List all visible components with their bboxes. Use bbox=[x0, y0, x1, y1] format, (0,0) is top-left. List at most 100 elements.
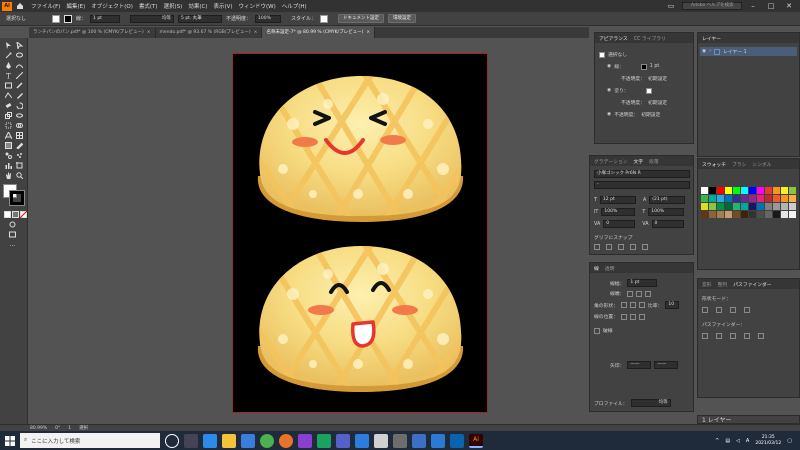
app-icon[interactable] bbox=[298, 433, 312, 448]
artboard-tool-icon[interactable] bbox=[15, 161, 24, 169]
menu-type[interactable]: 書式(T) bbox=[139, 2, 158, 10]
app-icon[interactable] bbox=[412, 433, 426, 448]
snap-icon[interactable] bbox=[606, 244, 612, 250]
horizontal-scale-field[interactable]: 100% bbox=[648, 208, 685, 216]
color-swatch[interactable] bbox=[741, 195, 748, 202]
close-icon[interactable]: × bbox=[366, 27, 370, 38]
eye-icon[interactable]: ◉ bbox=[607, 112, 611, 117]
layer-name[interactable]: レイヤー 1 bbox=[723, 48, 747, 55]
color-swatch[interactable] bbox=[709, 195, 716, 202]
snap-icon[interactable] bbox=[594, 244, 600, 250]
limit-field[interactable]: 10 bbox=[665, 301, 680, 309]
tab-document-2[interactable]: mendo.pdf* @ 93.67 % (RGB/プレビュー) × bbox=[156, 27, 263, 38]
home-icon[interactable] bbox=[15, 1, 25, 11]
mesh-tool-icon[interactable] bbox=[15, 131, 24, 139]
rotation-value[interactable]: 0° bbox=[55, 426, 60, 431]
trim-icon[interactable] bbox=[716, 333, 722, 339]
shaper-tool-icon[interactable] bbox=[4, 91, 13, 99]
network-icon[interactable]: ▤ bbox=[725, 438, 730, 444]
tab-character[interactable]: 文字 bbox=[633, 158, 643, 165]
outline-icon[interactable] bbox=[758, 333, 764, 339]
paintbrush-icon[interactable] bbox=[15, 81, 24, 89]
tab-cc-libraries[interactable]: CC ライブラリ bbox=[634, 35, 666, 42]
tab-swatches[interactable]: スウォッチ bbox=[702, 161, 726, 168]
color-swatch[interactable] bbox=[701, 211, 708, 218]
ime-icon[interactable]: A bbox=[746, 438, 749, 444]
stroke-profile-select[interactable]: 均等 bbox=[130, 14, 175, 23]
opacity-value[interactable]: 初期設定 bbox=[641, 111, 660, 118]
color-swatch[interactable] bbox=[717, 187, 724, 194]
color-swatch[interactable] bbox=[709, 211, 716, 218]
color-swatch[interactable] bbox=[765, 187, 772, 194]
document-settings-button[interactable]: ドキュメント設定 bbox=[338, 14, 385, 23]
stroke-swatch[interactable] bbox=[640, 63, 647, 70]
stroke-swatch[interactable] bbox=[64, 14, 73, 23]
help-search-input[interactable]: Adobe ヘルプを検索 bbox=[682, 2, 742, 10]
color-swatch[interactable] bbox=[765, 211, 772, 218]
line-tool-icon[interactable] bbox=[15, 71, 24, 79]
more-tools-icon[interactable]: … bbox=[8, 240, 17, 248]
graph-tool-icon[interactable] bbox=[4, 161, 13, 169]
screen-mode-icon[interactable] bbox=[8, 230, 17, 238]
illustrator-taskbar-icon[interactable]: Ai bbox=[469, 433, 483, 448]
color-swatch[interactable] bbox=[765, 195, 772, 202]
color-swatch[interactable] bbox=[725, 203, 732, 210]
close-icon[interactable]: × bbox=[147, 27, 151, 38]
stroke-value[interactable]: 1 pt bbox=[650, 64, 660, 69]
chrome-icon[interactable] bbox=[260, 433, 274, 448]
brush-select[interactable]: 5 pt. 丸筆 bbox=[178, 14, 223, 23]
color-swatch[interactable] bbox=[709, 187, 716, 194]
taskbar-search-input[interactable]: ⌕ ここに入力して検索 bbox=[20, 433, 160, 448]
tab-transparency[interactable]: 透明 bbox=[605, 265, 615, 272]
color-swatch[interactable] bbox=[781, 187, 788, 194]
color-swatch[interactable] bbox=[701, 195, 708, 202]
app-icon[interactable] bbox=[450, 433, 464, 448]
opacity-value[interactable]: 初期設定 bbox=[648, 99, 667, 106]
selection-tool-icon[interactable] bbox=[4, 41, 13, 49]
artboard-number[interactable]: 1 bbox=[68, 426, 71, 431]
magic-wand-icon[interactable] bbox=[4, 51, 13, 59]
color-swatch[interactable] bbox=[757, 195, 764, 202]
opacity-value[interactable]: 初期設定 bbox=[648, 75, 667, 82]
divide-icon[interactable] bbox=[702, 333, 708, 339]
align-inside-icon[interactable] bbox=[630, 313, 636, 320]
menu-edit[interactable]: 編集(E) bbox=[66, 2, 85, 10]
stroke-color-box[interactable] bbox=[9, 190, 25, 206]
align-center-icon[interactable] bbox=[621, 313, 627, 320]
app-icon[interactable] bbox=[317, 433, 331, 448]
stroke-weight-field[interactable]: 1 pt bbox=[627, 279, 658, 287]
color-swatch[interactable] bbox=[749, 187, 756, 194]
color-swatch[interactable] bbox=[717, 211, 724, 218]
miter-join-icon[interactable] bbox=[621, 302, 627, 308]
round-join-icon[interactable] bbox=[630, 302, 636, 308]
style-swatch[interactable] bbox=[320, 14, 329, 23]
crop-icon[interactable] bbox=[744, 333, 750, 339]
cortana-icon[interactable] bbox=[165, 433, 179, 448]
minimize-button[interactable]: – bbox=[746, 1, 760, 11]
snap-icon[interactable] bbox=[618, 244, 624, 250]
font-style-select[interactable]: - bbox=[594, 181, 690, 189]
color-swatch[interactable] bbox=[725, 195, 732, 202]
free-transform-icon[interactable] bbox=[4, 121, 13, 129]
perspective-grid-icon[interactable] bbox=[4, 131, 13, 139]
color-swatch[interactable] bbox=[717, 195, 724, 202]
close-icon[interactable]: × bbox=[254, 27, 258, 38]
kerning-field[interactable]: 0 bbox=[603, 220, 636, 228]
color-swatch[interactable] bbox=[765, 203, 772, 210]
tab-document-3[interactable]: 名称未設定-7* @ 80.99 % (CMYK/プレビュー) × bbox=[262, 27, 376, 38]
tab-brushes[interactable]: ブラシ bbox=[732, 161, 746, 168]
start-arrow-select[interactable]: —— bbox=[627, 361, 652, 369]
tab-layers[interactable]: レイヤー bbox=[702, 35, 721, 42]
eye-icon[interactable]: ◉ bbox=[702, 49, 706, 54]
square-cap-icon[interactable] bbox=[645, 290, 652, 297]
snap-icon[interactable] bbox=[630, 244, 636, 250]
gradient-tool-icon[interactable] bbox=[4, 141, 13, 149]
menu-window[interactable]: ウィンドウ(W) bbox=[239, 2, 276, 10]
pen-tool-icon[interactable] bbox=[4, 61, 13, 69]
exclude-icon[interactable] bbox=[744, 307, 750, 313]
color-swatch[interactable] bbox=[741, 187, 748, 194]
end-arrow-select[interactable]: —— bbox=[654, 361, 679, 369]
menu-select[interactable]: 選択(S) bbox=[164, 2, 183, 10]
volume-icon[interactable]: ◁ bbox=[736, 438, 740, 444]
fill-swatch[interactable] bbox=[645, 87, 652, 94]
